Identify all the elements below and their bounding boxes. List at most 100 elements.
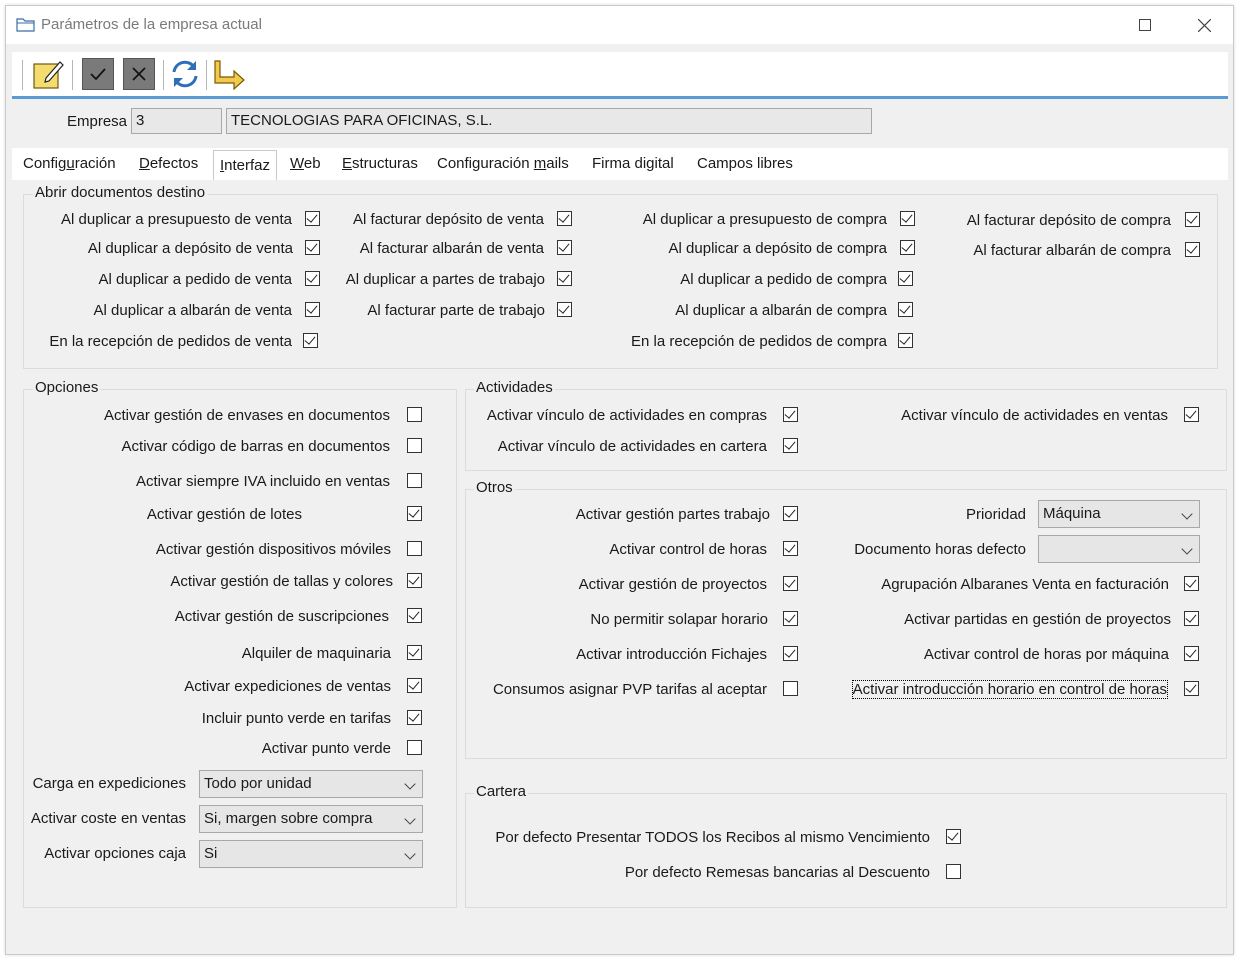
- go-to-button[interactable]: [212, 58, 245, 91]
- checkbox-dup-pedido-compra[interactable]: [898, 271, 913, 286]
- checkbox-label: Al duplicar a partes de trabajo: [345, 271, 545, 288]
- arrow-turn-icon: [214, 60, 245, 91]
- select-value: Máquina: [1043, 505, 1101, 522]
- checkbox-iva-incluido[interactable]: [407, 473, 422, 488]
- empresa-name-field[interactable]: TECNOLOGIAS PARA OFICINAS, S.L.: [226, 108, 872, 134]
- checkbox-dup-presupuesto-compra[interactable]: [900, 211, 915, 226]
- checkbox-label: Agrupación Albaranes Venta en facturació…: [881, 576, 1169, 593]
- group-cartera: [465, 793, 1227, 908]
- checkbox-punto-verde[interactable]: [407, 740, 422, 755]
- empresa-code-field[interactable]: 3: [131, 108, 222, 134]
- cancel-button[interactable]: [123, 58, 155, 90]
- close-button[interactable]: [1181, 10, 1227, 40]
- checkbox-fact-albaran-venta[interactable]: [557, 240, 572, 255]
- checkbox-label: Al facturar depósito de compra: [966, 212, 1171, 229]
- tab-firma-digital[interactable]: Firma digital: [592, 155, 674, 172]
- refresh-button[interactable]: [169, 58, 201, 90]
- parameters-window: Parámetros de la empresa actual — Empres…: [5, 5, 1234, 955]
- tab-interfaz[interactable]: Interfaz: [213, 150, 278, 180]
- select-value: Todo por unidad: [204, 775, 312, 792]
- documento-horas-select[interactable]: [1038, 535, 1200, 563]
- checkbox-label: Activar código de barras en documentos: [121, 438, 390, 455]
- checkbox-tallas-colores[interactable]: [407, 573, 422, 588]
- coste-ventas-select[interactable]: Si, margen sobre compra: [199, 805, 423, 833]
- accept-button[interactable]: [82, 58, 114, 90]
- select-label: Activar coste en ventas: [30, 810, 186, 827]
- tab-web[interactable]: Web: [290, 155, 321, 172]
- checkbox-fact-deposito-compra[interactable]: [1185, 212, 1200, 227]
- toolbar-separator: [206, 60, 207, 90]
- checkbox-horario-control-horas[interactable]: [1184, 681, 1199, 696]
- checkbox-dup-deposito-venta[interactable]: [305, 240, 320, 255]
- maximize-button[interactable]: [1122, 10, 1168, 40]
- checkbox-label: Activar gestión de proyectos: [578, 576, 767, 593]
- checkbox-fact-deposito-venta[interactable]: [557, 211, 572, 226]
- checkbox-label: Activar punto verde: [261, 740, 391, 757]
- checkbox-label: Por defecto Remesas bancarias al Descuen…: [624, 864, 930, 881]
- checkbox-lotes[interactable]: [407, 506, 422, 521]
- checkbox-actividades-cartera[interactable]: [783, 438, 798, 453]
- checkbox-label: Activar expediciones de ventas: [184, 678, 391, 695]
- checkbox-envases[interactable]: [407, 407, 422, 422]
- checkbox-consumos-pvp[interactable]: [783, 681, 798, 696]
- checkbox-label: Incluir punto verde en tarifas: [201, 710, 391, 727]
- checkbox-label: Al duplicar a presupuesto de venta: [61, 211, 292, 228]
- checkbox-label: Activar vínculo de actividades en carter…: [497, 438, 767, 455]
- checkbox-alquiler-maquinaria[interactable]: [407, 645, 422, 660]
- cancel-icon: [132, 67, 146, 81]
- checkbox-fact-parte-trabajo[interactable]: [557, 302, 572, 317]
- checkbox-punto-verde-tarifas[interactable]: [407, 710, 422, 725]
- checkbox-fact-albaran-compra[interactable]: [1185, 242, 1200, 257]
- checkbox-horas-maquina[interactable]: [1184, 646, 1199, 661]
- checkbox-actividades-ventas[interactable]: [1184, 407, 1199, 422]
- tab-estructuras[interactable]: Estructuras: [342, 155, 418, 172]
- checkbox-gestion-proyectos[interactable]: [783, 576, 798, 591]
- checkbox-control-horas[interactable]: [783, 541, 798, 556]
- checkbox-label: Al duplicar a pedido de venta: [98, 271, 292, 288]
- checkbox-suscripciones[interactable]: [407, 608, 422, 623]
- checkbox-label: Activar gestión de tallas y colores: [170, 573, 393, 590]
- checkbox-fichajes[interactable]: [783, 646, 798, 661]
- carga-expediciones-select[interactable]: Todo por unidad: [199, 770, 423, 798]
- checkbox-dup-albaran-compra[interactable]: [898, 302, 913, 317]
- checkbox-dup-deposito-compra[interactable]: [900, 240, 915, 255]
- chevron-down-icon: [404, 848, 416, 860]
- checkbox-dup-presupuesto-venta[interactable]: [305, 211, 320, 226]
- checkbox-dup-partes-trabajo[interactable]: [557, 271, 572, 286]
- checkbox-remesas-descuento[interactable]: [946, 864, 961, 879]
- checkbox-label: Al duplicar a presupuesto de compra: [642, 211, 887, 228]
- tab-bar: Configuración Defectos Interfaz Web Estr…: [12, 148, 1228, 180]
- edit-button[interactable]: [32, 58, 64, 90]
- title-bar: Parámetros de la empresa actual —: [6, 6, 1233, 44]
- checkbox-dup-pedido-venta[interactable]: [305, 271, 320, 286]
- chevron-down-icon: [404, 813, 416, 825]
- checkbox-label: Al facturar depósito de venta: [353, 211, 544, 228]
- checkbox-dup-albaran-venta[interactable]: [305, 302, 320, 317]
- select-label: Carga en expediciones: [32, 775, 186, 792]
- prioridad-select[interactable]: Máquina: [1038, 500, 1200, 528]
- checkbox-dispositivos-moviles[interactable]: [407, 541, 422, 556]
- close-icon: [1197, 18, 1211, 33]
- tab-configuracion[interactable]: Configuración: [23, 155, 116, 172]
- checkbox-label: Activar introducción Fichajes: [576, 646, 767, 663]
- checkbox-solapar-horario[interactable]: [783, 611, 798, 626]
- checkbox-presentar-recibos[interactable]: [946, 829, 961, 844]
- group-title-cartera: Cartera: [474, 783, 529, 800]
- opciones-caja-select[interactable]: Si: [199, 840, 423, 868]
- toolbar-separator: [72, 60, 73, 90]
- checkbox-label: En la recepción de pedidos de venta: [49, 333, 292, 350]
- maximize-icon: [1139, 19, 1151, 31]
- checkbox-agrupacion-albaranes[interactable]: [1184, 576, 1199, 591]
- tab-campos-libres[interactable]: Campos libres: [697, 155, 793, 172]
- checkbox-label: Activar vínculo de actividades en ventas: [901, 407, 1168, 424]
- tab-defectos[interactable]: Defectos: [139, 155, 198, 172]
- checkbox-actividades-compras[interactable]: [783, 407, 798, 422]
- checkbox-partes-trabajo[interactable]: [783, 506, 798, 521]
- checkbox-recepcion-pedidos-venta[interactable]: [303, 333, 318, 348]
- tab-configuracion-mails[interactable]: Configuración mails: [437, 155, 569, 172]
- checkbox-codigo-barras[interactable]: [407, 438, 422, 453]
- checkbox-expediciones-ventas[interactable]: [407, 678, 422, 693]
- checkbox-label: Activar introducción horario en control …: [851, 680, 1169, 699]
- checkbox-recepcion-pedidos-compra[interactable]: [898, 333, 913, 348]
- checkbox-partidas-proyectos[interactable]: [1184, 611, 1199, 626]
